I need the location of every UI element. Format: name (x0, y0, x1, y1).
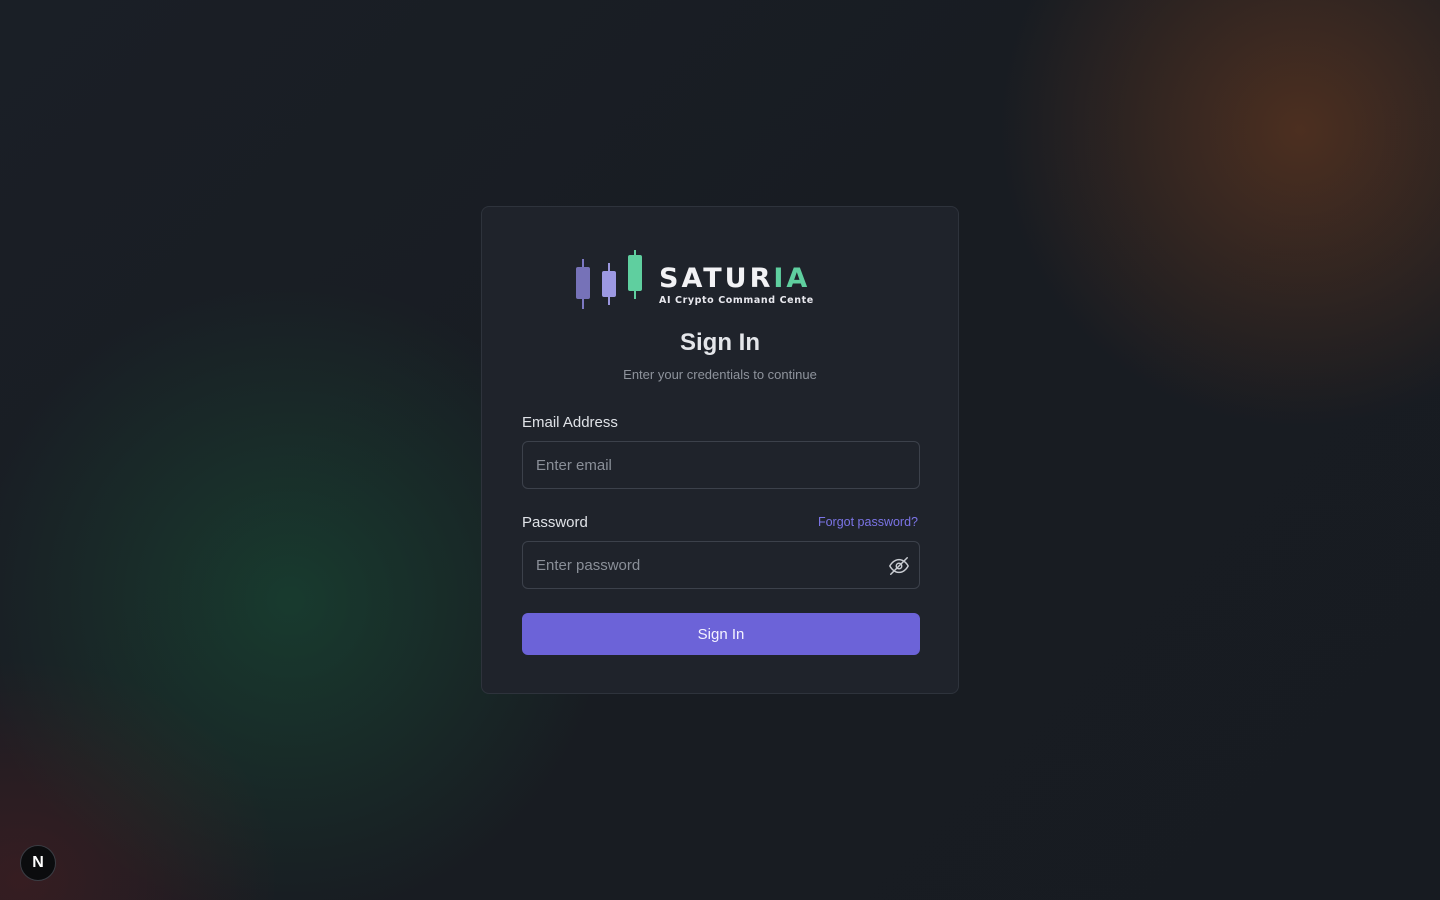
brand-name-part2: IA (773, 263, 810, 294)
brand-name-part1: SATUR (659, 263, 773, 294)
nextjs-icon: N (32, 854, 44, 871)
sign-in-button[interactable]: Sign In (522, 613, 920, 655)
forgot-password-link[interactable]: Forgot password? (818, 515, 918, 529)
password-label: Password (522, 514, 588, 531)
nextjs-dev-badge[interactable]: N (20, 845, 56, 881)
password-field-wrapper (522, 541, 920, 589)
page-title: Sign In (680, 329, 760, 356)
svg-text:SATURIA: SATURIA (659, 263, 810, 294)
brand-logo: SATURIA AI Crypto Command Center (574, 249, 814, 313)
signin-card: SATURIA AI Crypto Command Center Sign In… (481, 206, 959, 694)
page-subtitle: Enter your credentials to continue (623, 367, 817, 382)
email-field-wrapper (522, 441, 920, 489)
brand-tagline: AI Crypto Command Center (659, 295, 814, 306)
email-label: Email Address (522, 414, 618, 431)
email-input[interactable] (523, 442, 919, 488)
eye-off-icon[interactable] (888, 555, 910, 577)
password-input[interactable] (523, 542, 919, 588)
candlestick-logo-icon: SATURIA AI Crypto Command Center (576, 250, 814, 309)
